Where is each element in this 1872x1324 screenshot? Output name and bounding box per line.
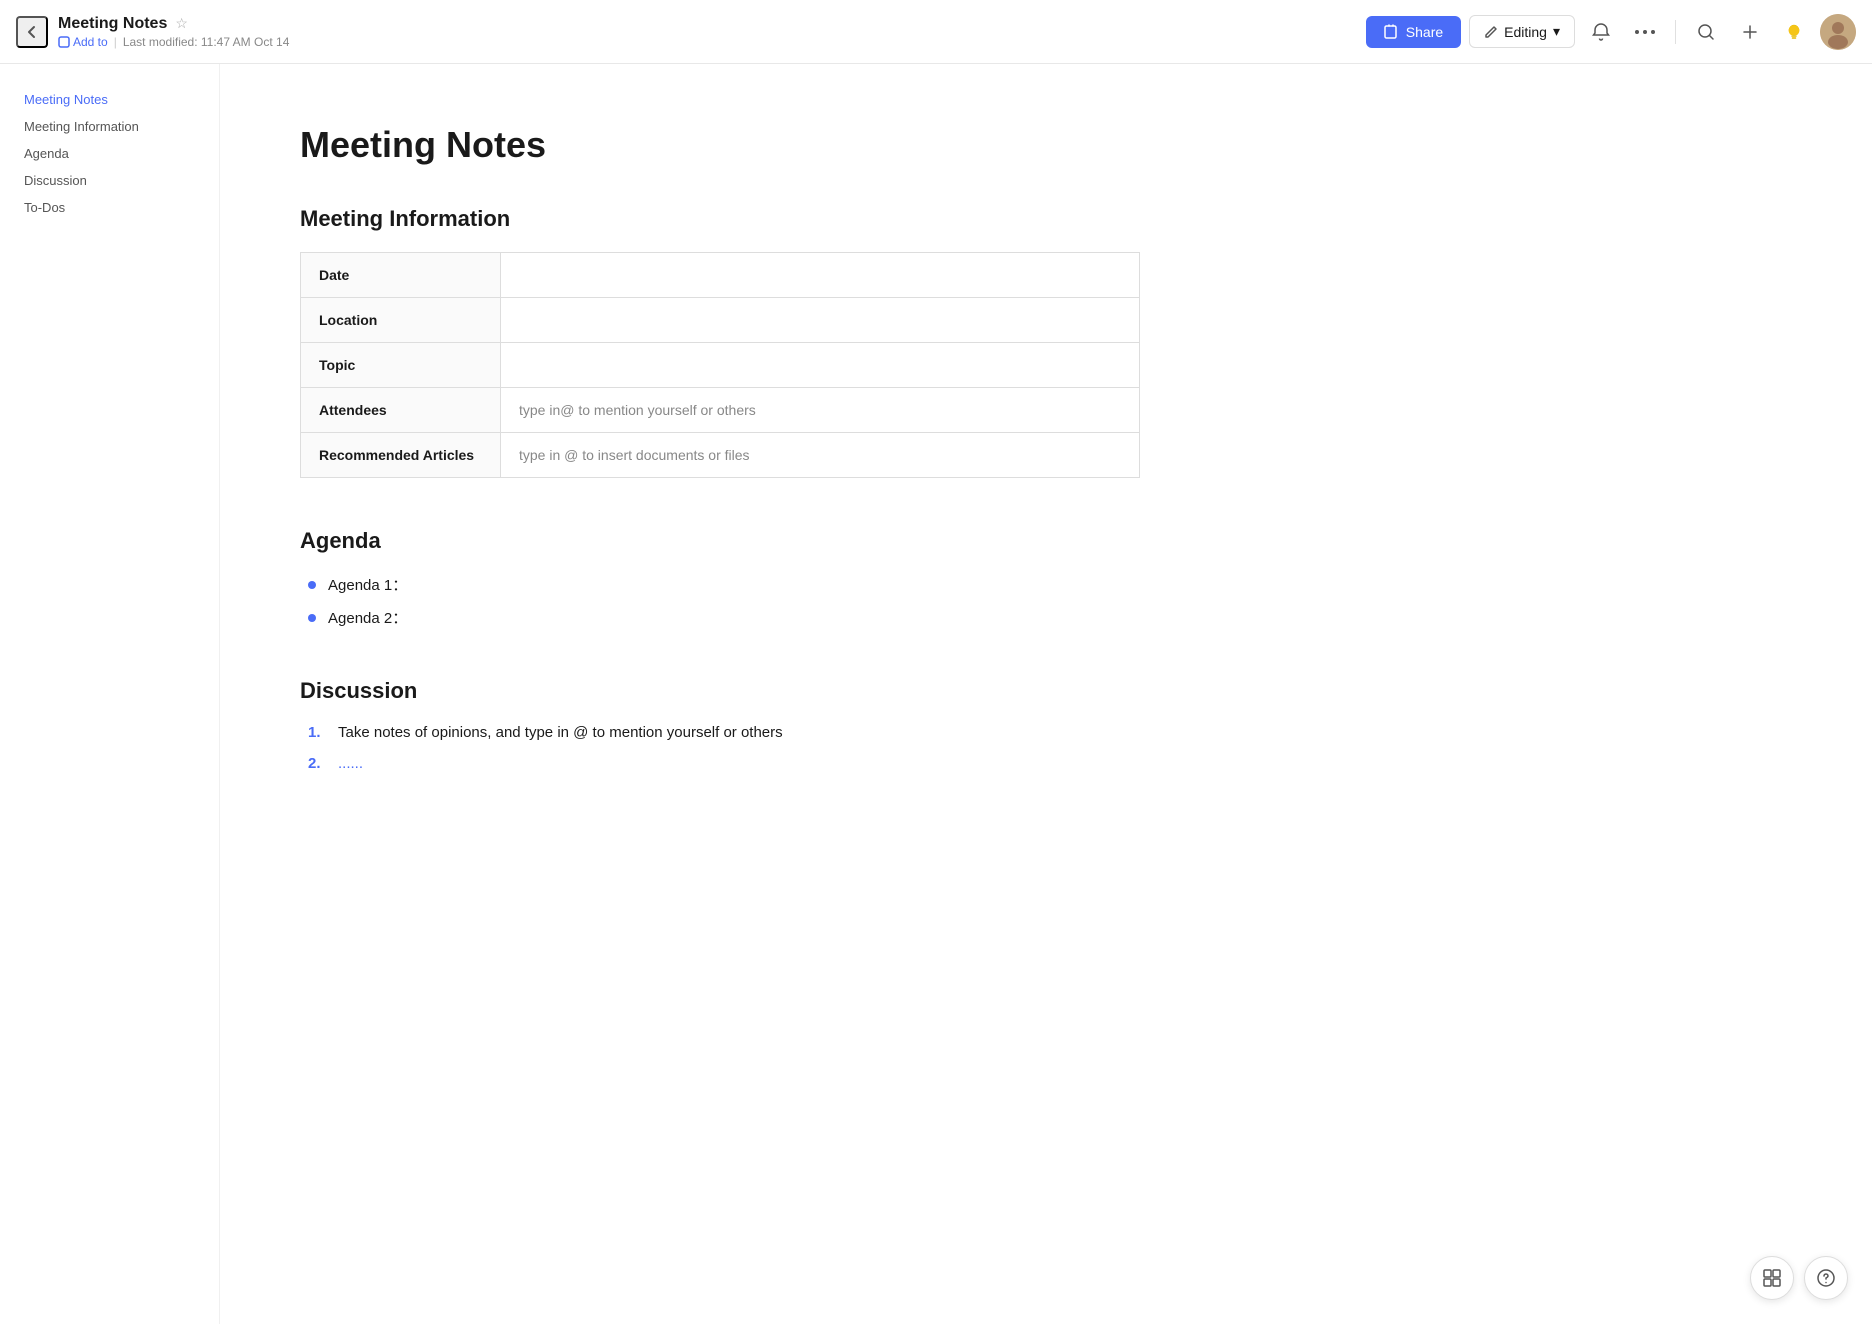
doc-meta: Add to | Last modified: 11:47 AM Oct 14 bbox=[58, 35, 289, 49]
doc-title-area: Meeting Notes ☆ Add to | Last modified: … bbox=[58, 15, 289, 49]
meeting-information-section: Meeting Information Date Location Topic … bbox=[300, 206, 1140, 478]
meeting-info-table: Date Location Topic Attendeestype in@ to… bbox=[300, 252, 1140, 478]
toc-item[interactable]: Agenda bbox=[16, 142, 203, 165]
help-button[interactable] bbox=[1804, 1256, 1848, 1300]
table-value[interactable]: type in @ to insert documents or files bbox=[501, 433, 1140, 478]
meeting-information-title: Meeting Information bbox=[300, 206, 1140, 232]
table-label: Date bbox=[301, 253, 501, 298]
table-row: Topic bbox=[301, 343, 1140, 388]
table-value[interactable] bbox=[501, 298, 1140, 343]
sidebar-toc: Meeting Notes Meeting Information Agenda Di… bbox=[0, 64, 220, 1324]
table-label: Attendees bbox=[301, 388, 501, 433]
list-item[interactable]: 1. Take notes of opinions, and type in @ … bbox=[308, 724, 1140, 741]
back-button[interactable] bbox=[16, 16, 48, 48]
table-value[interactable] bbox=[501, 343, 1140, 388]
toc-item[interactable]: Meeting Information bbox=[16, 115, 203, 138]
list-item[interactable]: Agenda 2： bbox=[308, 607, 1140, 628]
discussion-section: Discussion 1. Take notes of opinions, and… bbox=[300, 678, 1140, 772]
agenda-text: Agenda 2： bbox=[328, 607, 407, 628]
list-text: ...... bbox=[338, 755, 363, 772]
table-value[interactable] bbox=[501, 253, 1140, 298]
search-button[interactable] bbox=[1688, 14, 1724, 50]
header: Meeting Notes ☆ Add to | Last modified: … bbox=[0, 0, 1872, 64]
toc-item[interactable]: To-Dos bbox=[16, 196, 203, 219]
toc-item[interactable]: Discussion bbox=[16, 169, 203, 192]
agenda-title: Agenda bbox=[300, 528, 1140, 554]
bullet-dot bbox=[308, 581, 316, 589]
bell-button[interactable] bbox=[1583, 14, 1619, 50]
bottom-toolbar bbox=[1750, 1256, 1848, 1300]
table-row: Recommended Articlestype in @ to insert … bbox=[301, 433, 1140, 478]
bulb-button[interactable] bbox=[1776, 14, 1812, 50]
table-row: Attendeestype in@ to mention yourself or… bbox=[301, 388, 1140, 433]
doc-title: Meeting Notes bbox=[58, 15, 167, 33]
editing-button[interactable]: Editing ▾ bbox=[1469, 15, 1575, 48]
toc-item[interactable]: Meeting Notes bbox=[16, 88, 203, 111]
star-icon[interactable]: ☆ bbox=[175, 15, 188, 32]
table-row: Location bbox=[301, 298, 1140, 343]
add-button[interactable] bbox=[1732, 14, 1768, 50]
list-number: 1. bbox=[308, 724, 328, 741]
discussion-title: Discussion bbox=[300, 678, 1140, 704]
table-row: Date bbox=[301, 253, 1140, 298]
agenda-section: Agenda Agenda 1： Agenda 2： bbox=[300, 528, 1140, 628]
header-left: Meeting Notes ☆ Add to | Last modified: … bbox=[16, 15, 1354, 49]
chevron-down-icon: ▾ bbox=[1553, 23, 1560, 40]
add-to-link[interactable]: Add to bbox=[58, 35, 108, 49]
agenda-list: Agenda 1： Agenda 2： bbox=[300, 574, 1140, 628]
bullet-dot bbox=[308, 614, 316, 622]
more-button[interactable] bbox=[1627, 14, 1663, 50]
list-item[interactable]: Agenda 1： bbox=[308, 574, 1140, 595]
doc-title-row: Meeting Notes ☆ bbox=[58, 15, 289, 33]
discussion-list: 1. Take notes of opinions, and type in @ … bbox=[300, 724, 1140, 772]
layout: Meeting Notes Meeting Information Agenda Di… bbox=[0, 64, 1872, 1324]
agenda-text: Agenda 1： bbox=[328, 574, 407, 595]
template-button[interactable] bbox=[1750, 1256, 1794, 1300]
header-right: Share Editing ▾ bbox=[1366, 14, 1856, 50]
list-item[interactable]: 2....... bbox=[308, 755, 1140, 772]
page-title: Meeting Notes bbox=[300, 124, 1140, 166]
list-number: 2. bbox=[308, 755, 328, 772]
header-divider bbox=[1675, 20, 1676, 44]
meta-divider: | bbox=[114, 35, 117, 49]
last-modified: Last modified: 11:47 AM Oct 14 bbox=[123, 35, 290, 49]
table-label: Topic bbox=[301, 343, 501, 388]
table-value[interactable]: type in@ to mention yourself or others bbox=[501, 388, 1140, 433]
avatar[interactable] bbox=[1820, 14, 1856, 50]
table-label: Location bbox=[301, 298, 501, 343]
main-content: Meeting Notes Meeting Information Date L… bbox=[220, 64, 1220, 1324]
list-text: Take notes of opinions, and type in @ to… bbox=[338, 724, 783, 741]
share-button[interactable]: Share bbox=[1366, 16, 1461, 48]
table-label: Recommended Articles bbox=[301, 433, 501, 478]
